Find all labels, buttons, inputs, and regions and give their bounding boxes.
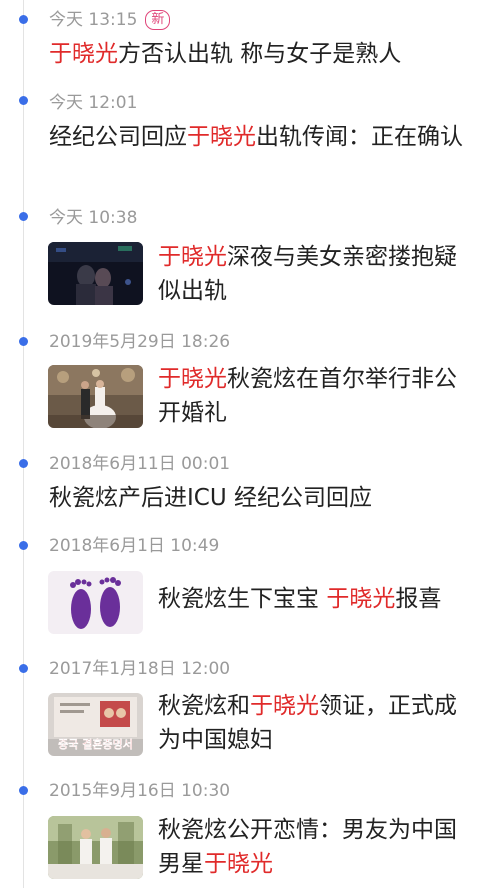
entry-title[interactable]: 秋瓷炫产后进ICU 经纪公司回应 — [49, 481, 469, 515]
timeline-dot — [19, 96, 28, 105]
entry-time: 2017年1月18日 12:00 — [49, 659, 231, 679]
entry-title[interactable]: 秋瓷炫生下宝宝 于晓光报喜 — [158, 582, 474, 616]
baby-footprints-photo-thumbnail[interactable] — [48, 571, 143, 634]
thumbnail-caption: 중국 결혼증명서 — [58, 738, 133, 751]
highlight-name: 于晓光 — [158, 366, 227, 392]
highlight-name: 于晓光 — [187, 124, 256, 150]
entry-title[interactable]: 秋瓷炫公开恋情：男友为中国男星于晓光 — [158, 813, 474, 881]
timeline-entry[interactable]: 2017年1月18日 12:00 중국 결혼증명서 秋瓷炫和于晓光领证，正式成为… — [0, 657, 494, 779]
timeline-dot — [19, 541, 28, 550]
new-badge: 新 — [145, 10, 171, 30]
highlight-name: 于晓光 — [326, 586, 396, 612]
highlight-name: 于晓光 — [250, 693, 319, 719]
timeline-dot — [19, 337, 28, 346]
timeline-dot — [19, 664, 28, 673]
highlight-name: 于晓光 — [49, 41, 118, 67]
entry-time-text: 今天 13:15 — [49, 10, 138, 30]
entry-time: 今天 12:01 — [49, 93, 138, 113]
highlight-name: 于晓光 — [158, 244, 227, 270]
marriage-certificate-photo-thumbnail[interactable]: 중국 결혼증명서 — [48, 693, 143, 756]
entry-title[interactable]: 经纪公司回应于晓光出轨传闻：正在确认 — [49, 120, 469, 154]
title-text: 秋瓷炫公开恋情：男友为中国男星 — [158, 817, 457, 877]
title-text: 经纪公司回应 — [49, 124, 187, 150]
timeline-entry[interactable]: 2015年9月16日 10:30 秋瓷炫公开恋情：男友为中国男星于晓光 — [0, 779, 494, 888]
entry-title[interactable]: 秋瓷炫和于晓光领证，正式成为中国媳妇 — [158, 689, 474, 757]
title-text: 秋瓷炫产后进ICU 经纪公司回应 — [49, 485, 372, 511]
entry-title[interactable]: 于晓光秋瓷炫在首尔举行非公开婚礼 — [158, 362, 474, 430]
wedding-photo-thumbnail[interactable] — [48, 365, 143, 428]
entry-time: 2019年5月29日 18:26 — [49, 332, 231, 352]
entry-time: 2018年6月11日 00:01 — [49, 454, 231, 474]
title-text: 报喜 — [395, 586, 442, 612]
title-text: 方否认出轨 称与女子是熟人 — [118, 41, 402, 67]
timeline-entry[interactable]: 2018年6月1日 10:49 秋瓷炫生下宝宝 于晓光报喜 — [0, 534, 494, 657]
entry-time: 2018年6月1日 10:49 — [49, 536, 220, 556]
title-text: 出轨传闻：正在确认 — [256, 124, 463, 150]
timeline-dot — [19, 212, 28, 221]
entry-title[interactable]: 于晓光方否认出轨 称与女子是熟人 — [49, 37, 469, 71]
entry-time: 今天 13:15 新 — [49, 9, 171, 31]
timeline-entry[interactable]: 今天 12:01 经纪公司回应于晓光出轨传闻：正在确认 — [0, 92, 494, 207]
title-text: 秋瓷炫生下宝宝 — [158, 586, 327, 612]
timeline-dot — [19, 15, 28, 24]
timeline-entry[interactable]: 今天 10:38 于晓光深夜与美女亲密搂抱疑似出轨 — [0, 207, 494, 330]
couple-photo-thumbnail[interactable] — [48, 816, 143, 879]
title-text: 秋瓷炫和 — [158, 693, 250, 719]
timeline-entry[interactable]: 今天 13:15 新 于晓光方否认出轨 称与女子是熟人 — [0, 0, 494, 92]
highlight-name: 于晓光 — [204, 851, 273, 877]
timeline-dot — [19, 786, 28, 795]
night-street-photo-thumbnail[interactable] — [48, 242, 143, 305]
entry-title[interactable]: 于晓光深夜与美女亲密搂抱疑似出轨 — [158, 240, 474, 308]
timeline-entry[interactable]: 2019年5月29日 18:26 于晓光秋瓷炫在首尔举行非公开婚礼 — [0, 330, 494, 452]
news-timeline: 今天 13:15 新 于晓光方否认出轨 称与女子是熟人 今天 12:01 经纪公司… — [0, 0, 494, 888]
timeline-dot — [19, 459, 28, 468]
entry-time: 今天 10:38 — [49, 208, 138, 228]
timeline-entry[interactable]: 2018年6月11日 00:01 秋瓷炫产后进ICU 经纪公司回应 — [0, 452, 494, 534]
entry-time: 2015年9月16日 10:30 — [49, 781, 231, 801]
